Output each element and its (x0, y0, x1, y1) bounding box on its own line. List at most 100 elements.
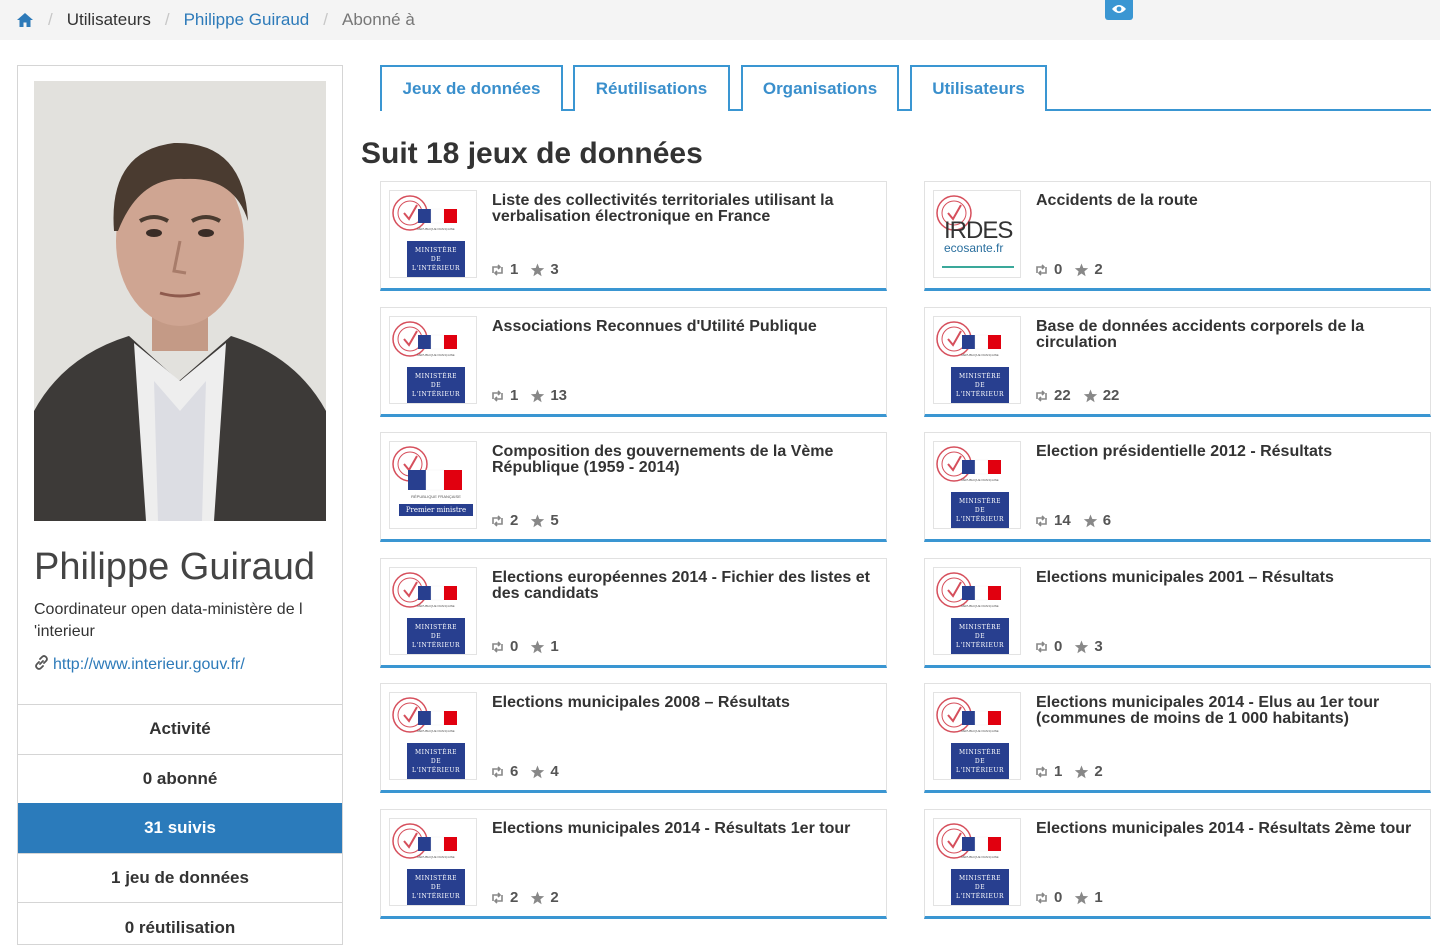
organization-logo[interactable]: RÉPUBLIQUE FRANÇAISE Premier ministre (389, 441, 477, 529)
retweet-icon (490, 640, 505, 654)
organization-logo[interactable]: IRDES ecosante.fr (933, 190, 1021, 278)
svg-text:RÉPUBLIQUE FRANÇAISE: RÉPUBLIQUE FRANÇAISE (961, 603, 998, 608)
tab-organizations[interactable]: Organisations (741, 65, 899, 111)
profile-website: http://www.interieur.gouv.fr/ (34, 655, 245, 675)
organization-logo[interactable]: RÉPUBLIQUE FRANÇAISE MINISTÈRE DE L'INTÉ… (389, 818, 477, 906)
tab-datasets[interactable]: Jeux de données (380, 65, 563, 111)
retweet-icon (490, 263, 505, 277)
organization-logo[interactable]: RÉPUBLIQUE FRANÇAISE MINISTÈRE DE L'INTÉ… (389, 190, 477, 278)
tab-reuses[interactable]: Réutilisations (573, 65, 730, 111)
reuse-count: 0 (1054, 638, 1063, 655)
dataset-title[interactable]: Base de données accidents corporels de l… (1036, 319, 1421, 351)
organization-logo[interactable]: RÉPUBLIQUE FRANÇAISE MINISTÈRE DE L'INTÉ… (933, 567, 1021, 655)
breadcrumb-separator: / (164, 10, 170, 29)
dataset-title[interactable]: Liste des collectivités territoriales ut… (492, 193, 877, 225)
breadcrumb-current: Abonné à (342, 10, 415, 29)
menu-item-followers[interactable]: 0 abonné (18, 753, 342, 804)
breadcrumb-bar: / Utilisateurs / Philippe Guiraud / Abon… (0, 0, 1440, 40)
dataset-title[interactable]: Elections municipales 2014 - Elus au 1er… (1036, 695, 1421, 727)
dataset-card[interactable]: RÉPUBLIQUE FRANÇAISE MINISTÈRE DE L'INTÉ… (380, 558, 887, 668)
breadcrumb-separator: / (323, 10, 328, 29)
tab-users[interactable]: Utilisateurs (910, 65, 1047, 111)
ministry-logo-text: MINISTÈRE DE L'INTÉRIEUR (412, 749, 460, 774)
dataset-title[interactable]: Accidents de la route (1036, 193, 1421, 209)
dataset-card[interactable]: RÉPUBLIQUE FRANÇAISE MINISTÈRE DE L'INTÉ… (380, 307, 887, 417)
organization-logo[interactable]: RÉPUBLIQUE FRANÇAISE MINISTÈRE DE L'INTÉ… (389, 316, 477, 404)
dataset-card[interactable]: RÉPUBLIQUE FRANÇAISE MINISTÈRE DE L'INTÉ… (924, 809, 1431, 919)
dataset-stats: 0 2 (1034, 261, 1103, 278)
preview-button[interactable] (1105, 0, 1133, 20)
star-count: 2 (1094, 261, 1103, 278)
breadcrumb-users[interactable]: Utilisateurs (67, 10, 151, 30)
profile-url-link[interactable]: http://www.interieur.gouv.fr/ (53, 656, 245, 674)
organization-logo[interactable]: RÉPUBLIQUE FRANÇAISE MINISTÈRE DE L'INTÉ… (389, 567, 477, 655)
dataset-card[interactable]: IRDES ecosante.fr Accidents de la route … (924, 181, 1431, 291)
svg-text:RÉPUBLIQUE FRANÇAISE: RÉPUBLIQUE FRANÇAISE (961, 854, 998, 859)
profile-name: Philippe Guiraud (34, 546, 315, 588)
svg-text:RÉPUBLIQUE FRANÇAISE: RÉPUBLIQUE FRANÇAISE (417, 728, 454, 733)
dataset-card[interactable]: RÉPUBLIQUE FRANÇAISE MINISTÈRE DE L'INTÉ… (924, 683, 1431, 793)
star-icon (530, 263, 545, 277)
dataset-card[interactable]: RÉPUBLIQUE FRANÇAISE Premier ministre Co… (380, 432, 887, 542)
dataset-stats: 1 3 (490, 261, 559, 278)
dataset-stats: 1 2 (1034, 763, 1103, 780)
dataset-stats: 1 13 (490, 387, 567, 404)
star-count: 2 (550, 889, 559, 906)
menu-item-datasets[interactable]: 1 jeu de données (18, 852, 342, 903)
ministry-logo-text: MINISTÈRE DE L'INTÉRIEUR (956, 624, 1004, 649)
organization-logo[interactable]: RÉPUBLIQUE FRANÇAISE MINISTÈRE DE L'INTÉ… (933, 441, 1021, 529)
organization-logo[interactable]: RÉPUBLIQUE FRANÇAISE MINISTÈRE DE L'INTÉ… (933, 818, 1021, 906)
svg-text:RÉPUBLIQUE FRANÇAISE: RÉPUBLIQUE FRANÇAISE (417, 854, 454, 859)
menu-item-reuses[interactable]: 0 réutilisation (18, 902, 342, 952)
star-count: 6 (1102, 512, 1112, 529)
breadcrumb-separator: / (48, 10, 53, 29)
dataset-title[interactable]: Elections municipales 2001 – Résultats (1036, 570, 1421, 586)
dataset-title[interactable]: Elections municipales 2014 - Résultats 2… (1036, 821, 1421, 837)
star-count: 4 (550, 763, 559, 780)
organization-logo[interactable]: RÉPUBLIQUE FRANÇAISE MINISTÈRE DE L'INTÉ… (933, 316, 1021, 404)
star-icon (1083, 389, 1098, 403)
link-icon (34, 655, 49, 675)
dataset-title[interactable]: Elections municipales 2014 - Résultats 1… (492, 821, 877, 837)
ministry-logo-text: MINISTÈRE DE L'INTÉRIEUR (412, 373, 460, 398)
dataset-title[interactable]: Election présidentielle 2012 - Résultats (1036, 444, 1421, 460)
star-icon (530, 514, 545, 528)
svg-text:RÉPUBLIQUE FRANÇAISE: RÉPUBLIQUE FRANÇAISE (961, 728, 998, 733)
organization-logo[interactable]: RÉPUBLIQUE FRANÇAISE MINISTÈRE DE L'INTÉ… (933, 692, 1021, 780)
dataset-stats: 6 4 (490, 763, 559, 780)
dataset-stats: 2 2 (490, 889, 559, 906)
dataset-card[interactable]: RÉPUBLIQUE FRANÇAISE MINISTÈRE DE L'INTÉ… (380, 181, 887, 291)
retweet-icon (490, 514, 505, 528)
dataset-card[interactable]: RÉPUBLIQUE FRANÇAISE MINISTÈRE DE L'INTÉ… (380, 809, 887, 919)
svg-text:RÉPUBLIQUE FRANÇAISE: RÉPUBLIQUE FRANÇAISE (417, 226, 454, 231)
dataset-stats: 22 22 (1034, 387, 1119, 404)
menu-item-activity[interactable]: Activité (18, 704, 342, 754)
dataset-card[interactable]: RÉPUBLIQUE FRANÇAISE MINISTÈRE DE L'INTÉ… (924, 558, 1431, 668)
dataset-title[interactable]: Elections européennes 2014 - Fichier des… (492, 570, 877, 602)
ministry-logo-text: MINISTÈRE DE L'INTÉRIEUR (412, 247, 460, 272)
dataset-title[interactable]: Elections municipales 2008 – Résultats (492, 695, 877, 711)
dataset-card[interactable]: RÉPUBLIQUE FRANÇAISE MINISTÈRE DE L'INTÉ… (924, 432, 1431, 542)
star-count: 5 (550, 512, 559, 529)
reuse-count: 14 (1054, 512, 1071, 529)
eye-icon (1111, 1, 1127, 19)
star-icon (530, 765, 545, 779)
star-count: 22 (1102, 387, 1120, 404)
reuse-count: 1 (510, 387, 519, 404)
home-icon[interactable] (16, 12, 34, 28)
dataset-title[interactable]: Composition des gouvernements de la Vème… (492, 444, 877, 476)
dataset-card[interactable]: RÉPUBLIQUE FRANÇAISE MINISTÈRE DE L'INTÉ… (924, 307, 1431, 417)
menu-item-following[interactable]: 31 suivis (18, 803, 342, 853)
star-icon (1074, 263, 1089, 277)
breadcrumb-user-profile[interactable]: Philippe Guiraud (184, 10, 310, 30)
dataset-card[interactable]: RÉPUBLIQUE FRANÇAISE MINISTÈRE DE L'INTÉ… (380, 683, 887, 793)
dataset-stats: 0 1 (1034, 889, 1103, 906)
svg-text:RÉPUBLIQUE FRANÇAISE: RÉPUBLIQUE FRANÇAISE (961, 477, 998, 482)
reuse-count: 22 (1054, 387, 1071, 404)
organization-logo[interactable]: RÉPUBLIQUE FRANÇAISE MINISTÈRE DE L'INTÉ… (389, 692, 477, 780)
ministry-logo-text: MINISTÈRE DE L'INTÉRIEUR (956, 498, 1004, 523)
dataset-title[interactable]: Associations Reconnues d'Utilité Publiqu… (492, 319, 877, 335)
profile-menu: Activité 0 abonné 31 suivis 1 jeu de don… (18, 704, 342, 952)
reuse-count: 2 (510, 512, 519, 529)
reuse-count: 1 (1054, 763, 1063, 780)
